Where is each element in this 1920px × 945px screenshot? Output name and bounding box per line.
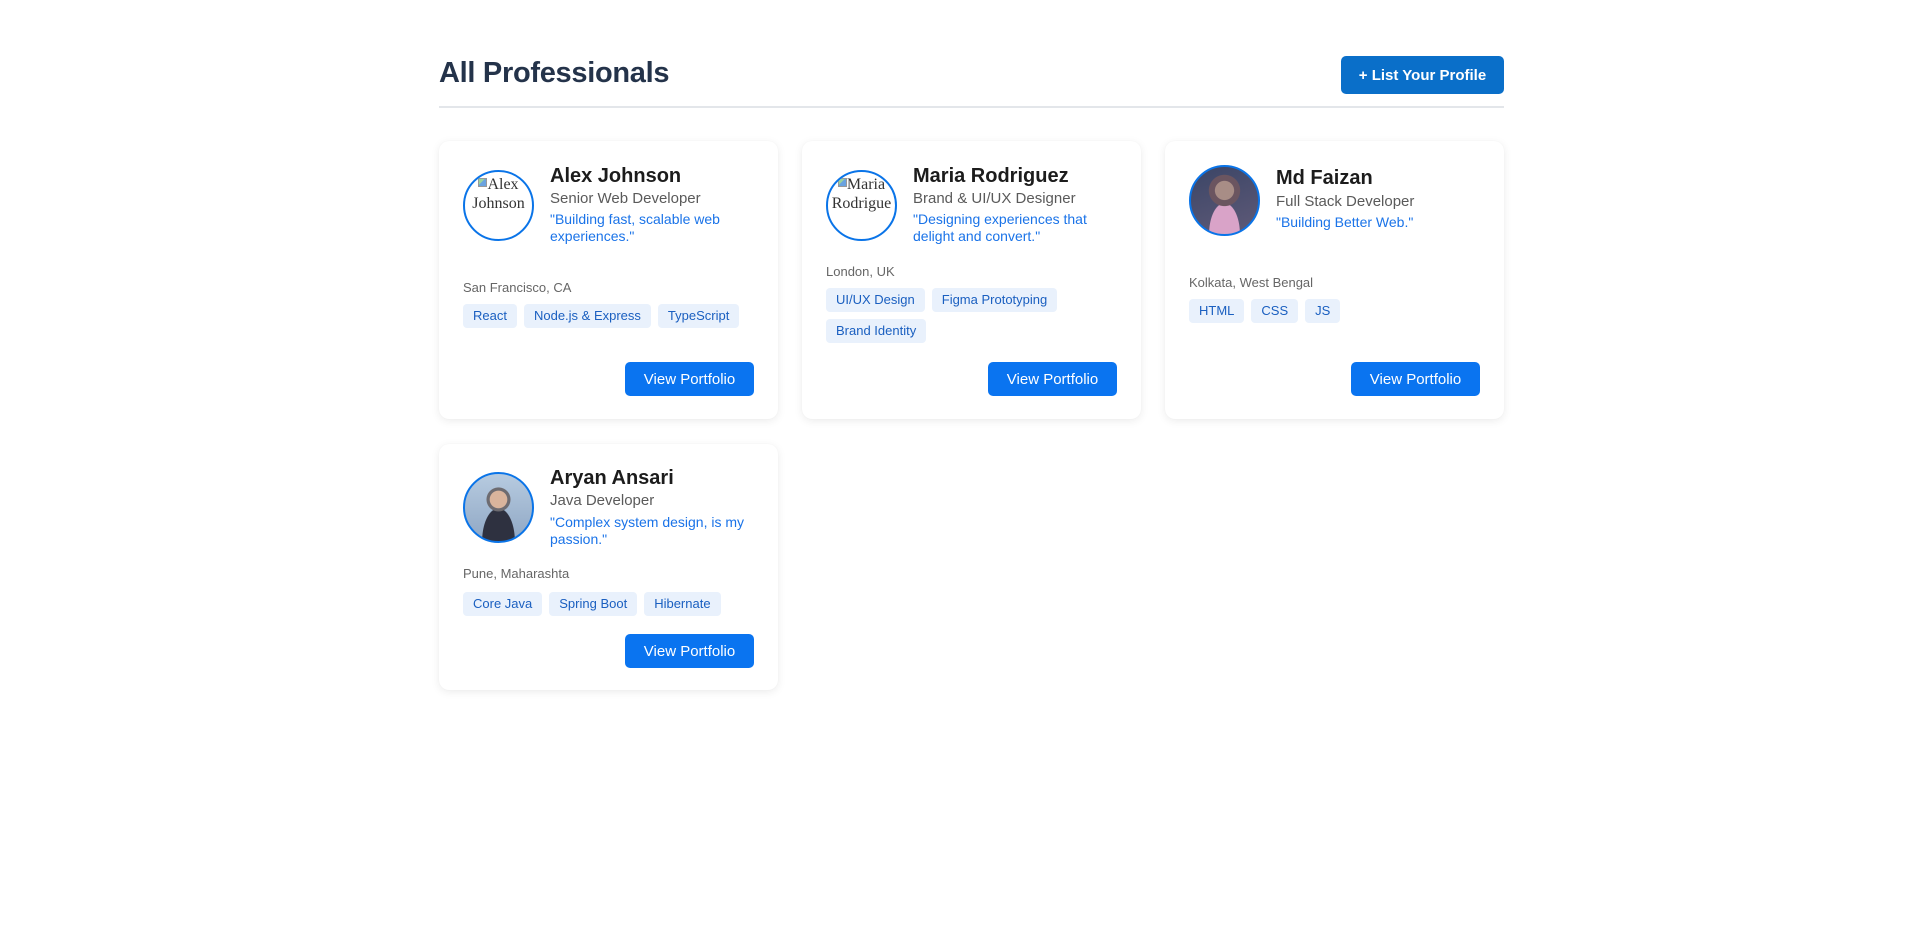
profile-tagline: "Complex system design, is my passion." (550, 514, 745, 547)
avatar (463, 472, 534, 543)
profile-card: Aryan Ansari Java Developer "Complex sys… (439, 444, 778, 690)
avatar-broken-image: Maria Rodrigue (828, 172, 895, 213)
avatar-broken-image: Alex Johnson (465, 172, 532, 213)
profile-role: Brand & UI/UX Designer (913, 190, 1076, 207)
skill-tag: TypeScript (657, 304, 740, 328)
skill-list: HTML CSS JS (1189, 299, 1489, 323)
profile-location: Kolkata, West Bengal (1189, 275, 1314, 290)
view-portfolio-button[interactable]: View Portfolio (988, 362, 1117, 396)
profile-role: Senior Web Developer (550, 190, 701, 207)
broken-image-icon (837, 178, 847, 187)
skill-tag: UI/UX Design (826, 288, 925, 312)
avatar: Maria Rodrigue (826, 170, 897, 241)
skill-tag: Core Java (463, 592, 543, 616)
profile-name: Alex Johnson (550, 165, 682, 187)
profile-location: San Francisco, CA (463, 280, 572, 295)
profile-location: Pune, Maharashta (463, 566, 570, 581)
page-header: All Professionals + List Your Profile (439, 56, 1504, 108)
profile-tagline: "Designing experiences that delight and … (913, 211, 1087, 244)
list-your-profile-button[interactable]: + List Your Profile (1341, 56, 1504, 94)
view-portfolio-button[interactable]: View Portfolio (625, 634, 754, 668)
avatar (1189, 165, 1260, 236)
profile-name: Maria Rodriguez (913, 165, 1069, 187)
skill-tag: JS (1305, 299, 1341, 323)
view-portfolio-button[interactable]: View Portfolio (1351, 362, 1480, 396)
skill-tag: Brand Identity (826, 319, 927, 343)
page-title: All Professionals (439, 57, 670, 89)
profile-role: Java Developer (550, 492, 655, 509)
skill-tag: HTML (1189, 299, 1245, 323)
profile-location: London, UK (826, 264, 895, 279)
view-portfolio-button[interactable]: View Portfolio (625, 362, 754, 396)
skill-list: UI/UX Design Figma Prototyping Brand Ide… (826, 288, 1086, 343)
skill-list: React Node.js & Express TypeScript (463, 304, 763, 328)
avatar: Alex Johnson (463, 170, 534, 241)
skill-tag: React (463, 304, 517, 328)
profile-card: Alex Johnson Alex Johnson Senior Web Dev… (439, 141, 778, 419)
skill-tag: Figma Prototyping (931, 288, 1058, 312)
profile-tagline: "Building fast, scalable web experiences… (550, 211, 720, 244)
profile-name: Aryan Ansari (550, 467, 674, 489)
skill-tag: Spring Boot (549, 592, 638, 616)
profile-name: Md Faizan (1276, 167, 1373, 189)
skill-tag: Hibernate (644, 592, 721, 616)
skill-list: Core Java Spring Boot Hibernate (463, 592, 763, 616)
profile-card: Maria Rodrigue Maria Rodriguez Brand & U… (802, 141, 1141, 419)
skill-tag: CSS (1251, 299, 1299, 323)
skill-tag: Node.js & Express (523, 304, 651, 328)
profile-role: Full Stack Developer (1276, 193, 1415, 210)
profile-tagline: "Building Better Web." (1276, 214, 1414, 230)
profile-card: Md Faizan Full Stack Developer "Building… (1165, 141, 1504, 419)
